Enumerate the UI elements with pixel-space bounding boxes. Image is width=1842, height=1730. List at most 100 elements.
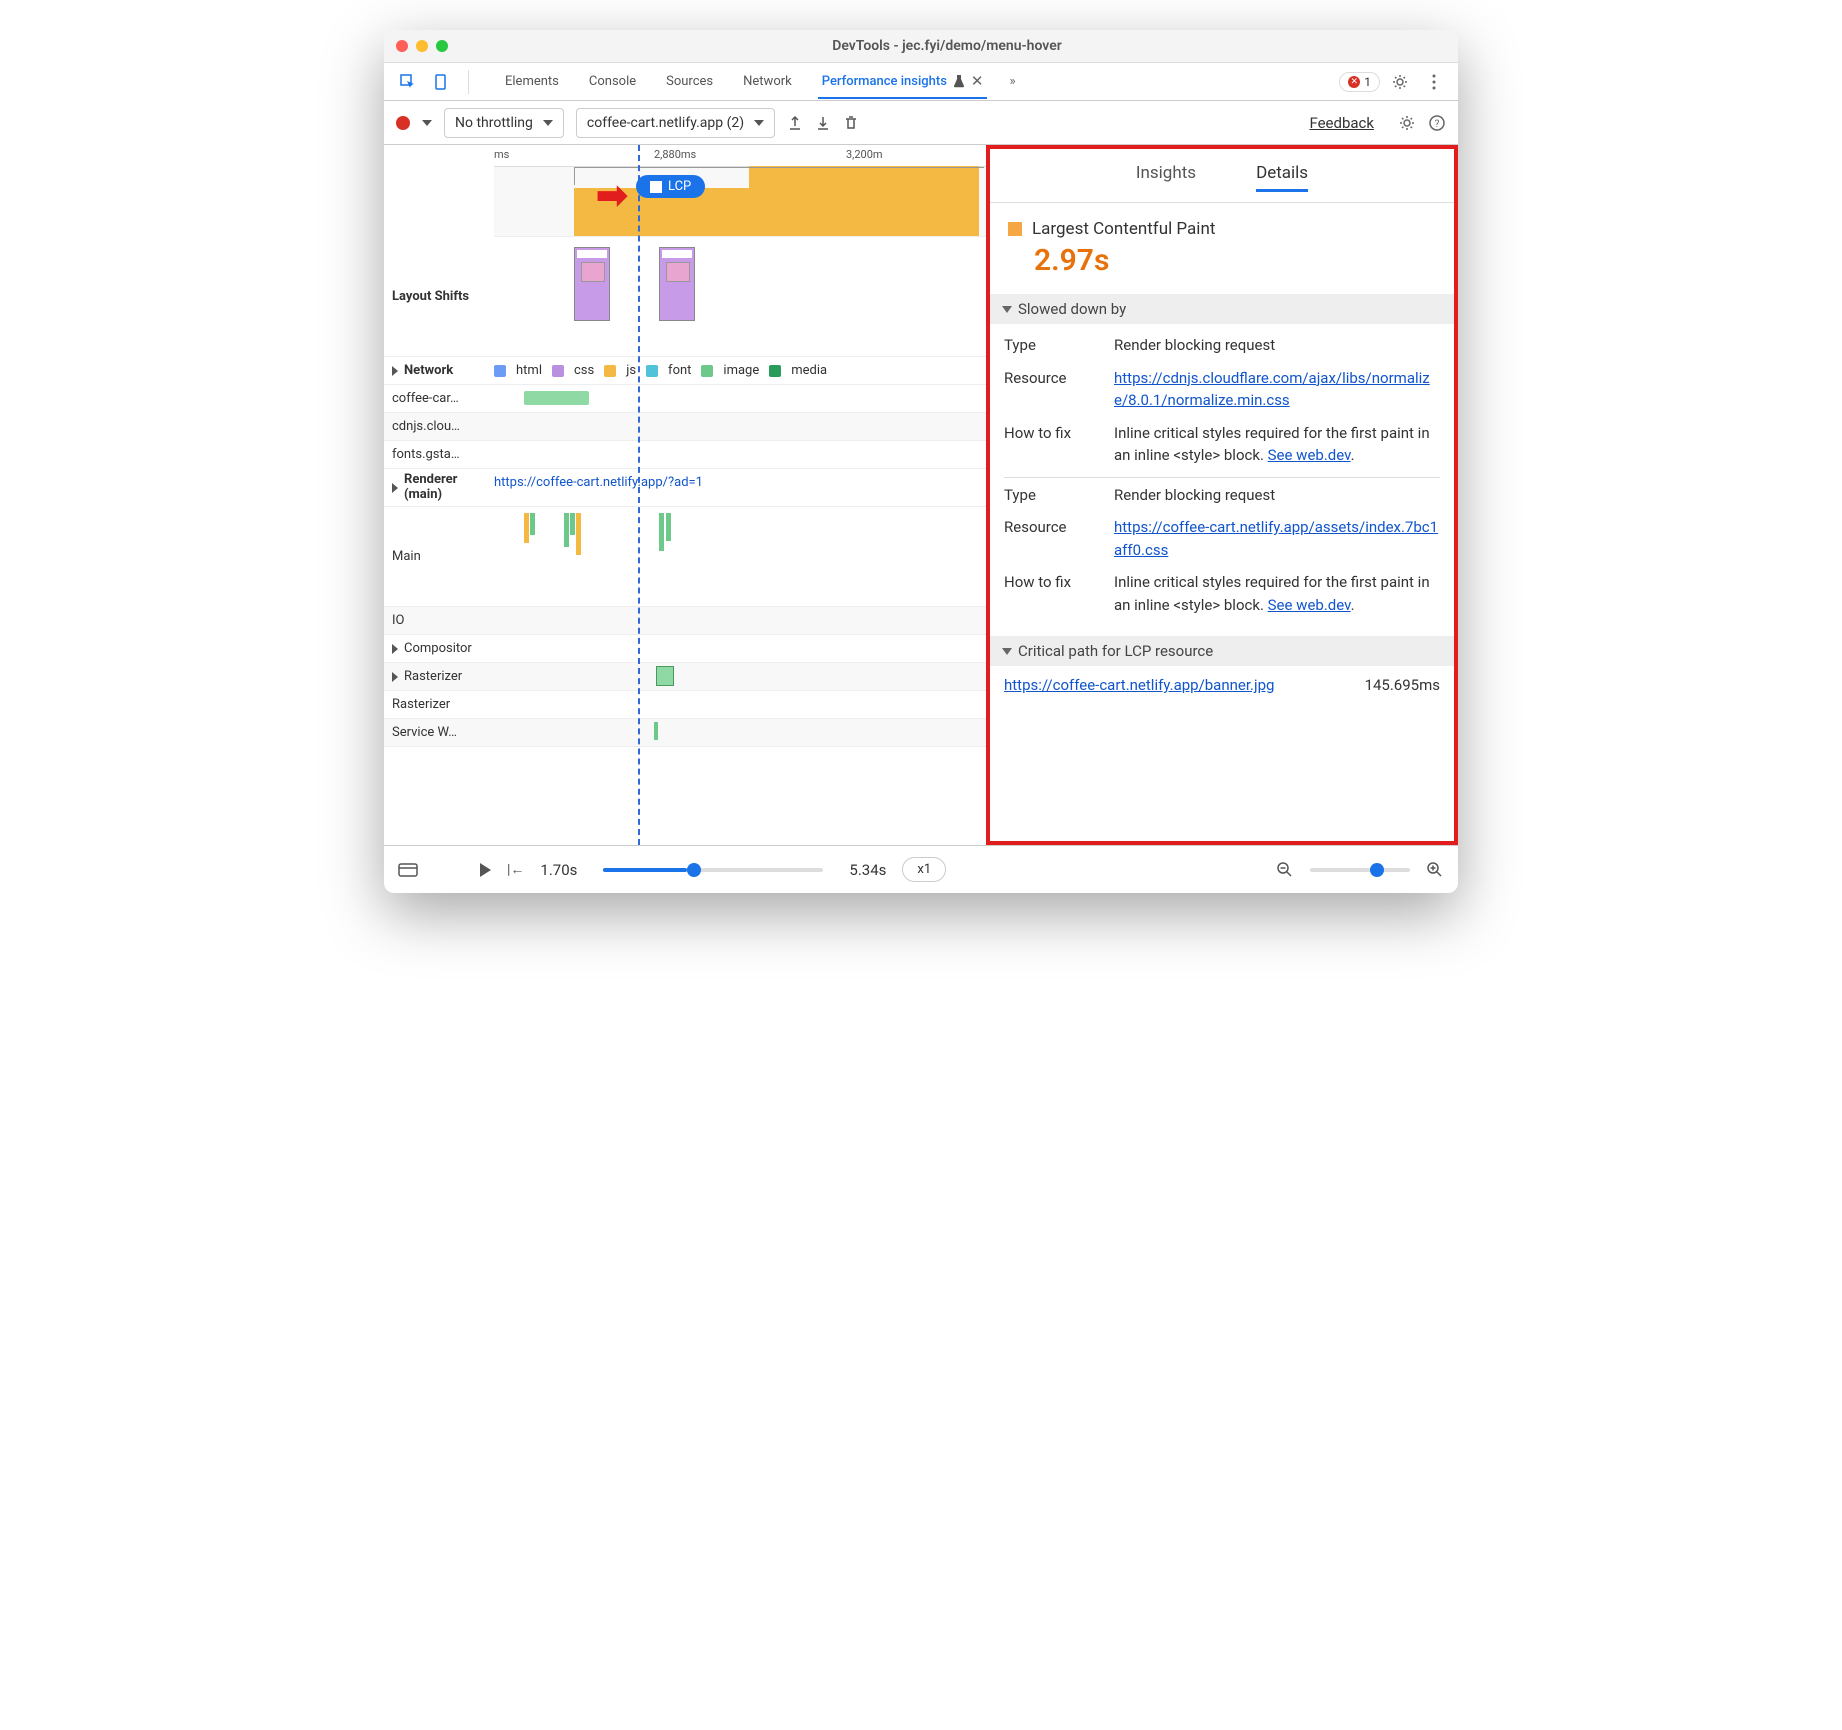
right-tabs: Insights Details xyxy=(990,149,1454,203)
throttling-select[interactable]: No throttling xyxy=(444,108,564,138)
recording-select[interactable]: coffee-cart.netlify.app (2) xyxy=(576,108,775,138)
task-bar[interactable] xyxy=(656,666,674,686)
task-bar[interactable] xyxy=(666,513,671,541)
close-tab-icon[interactable]: ✕ xyxy=(971,72,984,90)
critical-path-row: https://coffee-cart.netlify.app/banner.j… xyxy=(990,666,1454,704)
critical-resource-time: 145.695ms xyxy=(1365,676,1440,694)
tab-details[interactable]: Details xyxy=(1256,163,1308,192)
error-icon: ✕ xyxy=(1348,76,1360,88)
titlebar: DevTools - jec.fyi/demo/menu-hover xyxy=(384,30,1458,63)
export-icon[interactable] xyxy=(787,115,803,131)
renderer-label[interactable]: Renderer (main) xyxy=(384,469,494,506)
task-bar[interactable] xyxy=(570,513,575,535)
help-icon[interactable]: ? xyxy=(1428,114,1446,132)
feedback-link[interactable]: Feedback xyxy=(1309,114,1374,132)
layout-shifts-track: Layout Shifts xyxy=(384,237,986,357)
renderer-track-header: Renderer (main) https://coffee-cart.netl… xyxy=(384,469,986,507)
record-menu-caret[interactable] xyxy=(422,120,432,126)
request-bar[interactable] xyxy=(524,391,589,405)
import-icon[interactable] xyxy=(815,115,831,131)
time-ruler: ms 2,880ms 3,200m xyxy=(494,145,986,167)
go-to-start-icon[interactable]: |← xyxy=(507,861,524,878)
panel-settings-icon[interactable] xyxy=(1398,114,1416,132)
timeline-pane[interactable]: ms 2,880ms 3,200m ➡ LCP Layout Shifts xyxy=(384,145,990,845)
tab-network[interactable]: Network xyxy=(739,66,796,97)
delete-icon[interactable] xyxy=(843,115,859,131)
devtools-window: DevTools - jec.fyi/demo/menu-hover Eleme… xyxy=(384,30,1458,893)
toggle-view-icon[interactable] xyxy=(398,863,418,877)
window-title: DevTools - jec.fyi/demo/menu-hover xyxy=(448,38,1446,54)
record-button[interactable] xyxy=(396,116,410,130)
device-icon[interactable] xyxy=(428,68,456,96)
task-bar[interactable] xyxy=(564,513,569,547)
slowed-down-header[interactable]: Slowed down by xyxy=(990,294,1454,324)
close-window-button[interactable] xyxy=(396,40,408,52)
main-content: ms 2,880ms 3,200m ➡ LCP Layout Shifts xyxy=(384,145,1458,845)
network-track-header: Network html css js font image media xyxy=(384,357,986,385)
io-row: IO xyxy=(384,607,986,635)
cpu-track xyxy=(494,167,986,237)
compositor-row[interactable]: Compositor xyxy=(384,635,986,663)
perf-toolbar: No throttling coffee-cart.netlify.app (2… xyxy=(384,101,1458,145)
critical-path-header[interactable]: Critical path for LCP resource xyxy=(990,636,1454,666)
zoom-in-icon[interactable] xyxy=(1426,861,1444,879)
panel-tabbar: Elements Console Sources Network Perform… xyxy=(384,63,1458,101)
resource-link[interactable]: https://cdnjs.cloudflare.com/ajax/libs/n… xyxy=(1114,369,1430,410)
play-button[interactable] xyxy=(480,863,491,877)
slowed-block-1: TypeRender blocking request Resourcehttp… xyxy=(990,324,1454,636)
more-tabs-icon[interactable]: » xyxy=(1009,74,1015,89)
main-thread-row: Main xyxy=(384,507,986,607)
lcp-marker-line xyxy=(638,145,640,845)
traffic-lights xyxy=(396,40,448,52)
zoom-level[interactable]: x1 xyxy=(902,857,946,882)
tab-elements[interactable]: Elements xyxy=(501,66,563,97)
tab-insights[interactable]: Insights xyxy=(1136,163,1196,192)
time-position-end: 5.34s xyxy=(849,861,886,879)
critical-resource-link[interactable]: https://coffee-cart.netlify.app/banner.j… xyxy=(1004,676,1274,694)
tab-console[interactable]: Console xyxy=(585,66,640,97)
layout-shift-thumb[interactable] xyxy=(659,247,695,321)
task-bar[interactable] xyxy=(530,513,535,535)
time-position-start: 1.70s xyxy=(540,861,577,879)
zoom-slider[interactable] xyxy=(1310,868,1410,872)
layout-shift-thumb[interactable] xyxy=(574,247,610,321)
service-worker-row: Service W… xyxy=(384,719,986,747)
network-row[interactable]: fonts.gsta… xyxy=(384,441,986,469)
task-bar[interactable] xyxy=(524,513,529,543)
annotation-arrow: ➡ xyxy=(596,173,628,218)
flask-icon xyxy=(953,74,965,88)
lcp-badge[interactable]: LCP xyxy=(636,175,705,198)
see-webdev-link[interactable]: See web.dev xyxy=(1268,596,1351,614)
svg-text:?: ? xyxy=(1435,119,1440,130)
settings-icon[interactable] xyxy=(1386,68,1414,96)
lcp-header: Largest Contentful Paint 2.97s xyxy=(990,203,1454,294)
inspect-icon[interactable] xyxy=(394,68,422,96)
task-bar[interactable] xyxy=(654,722,658,740)
error-badge[interactable]: ✕ 1 xyxy=(1339,72,1380,92)
tab-sources[interactable]: Sources xyxy=(662,66,717,97)
task-bar[interactable] xyxy=(576,513,581,555)
task-bar[interactable] xyxy=(659,513,664,551)
minimize-window-button[interactable] xyxy=(416,40,428,52)
playback-footer: |← 1.70s 5.34s x1 xyxy=(384,845,1458,893)
details-pane: Insights Details Largest Contentful Pain… xyxy=(990,145,1458,845)
see-webdev-link[interactable]: See web.dev xyxy=(1268,446,1351,464)
scrubber-slider[interactable] xyxy=(603,868,823,872)
network-row[interactable]: cdnjs.clou… xyxy=(384,413,986,441)
network-row[interactable]: coffee-car… xyxy=(384,385,986,413)
lcp-color-swatch xyxy=(1008,222,1022,236)
maximize-window-button[interactable] xyxy=(436,40,448,52)
chevron-down-icon xyxy=(754,120,764,126)
zoom-out-icon[interactable] xyxy=(1276,861,1294,879)
rasterizer-row[interactable]: Rasterizer xyxy=(384,663,986,691)
chevron-down-icon xyxy=(543,120,553,126)
network-legend: html css js font image media xyxy=(494,357,986,384)
main-tabs: Elements Console Sources Network Perform… xyxy=(501,63,1016,100)
network-label[interactable]: Network xyxy=(384,357,494,384)
tab-performance-insights[interactable]: Performance insights ✕ xyxy=(818,64,988,99)
renderer-url-link[interactable]: https://coffee-cart.netlify.app/?ad=1 xyxy=(494,475,703,490)
resource-link[interactable]: https://coffee-cart.netlify.app/assets/i… xyxy=(1114,518,1438,559)
layout-shifts-label: Layout Shifts xyxy=(384,237,494,356)
kebab-menu-icon[interactable] xyxy=(1420,68,1448,96)
lcp-value: 2.97s xyxy=(1034,243,1436,278)
